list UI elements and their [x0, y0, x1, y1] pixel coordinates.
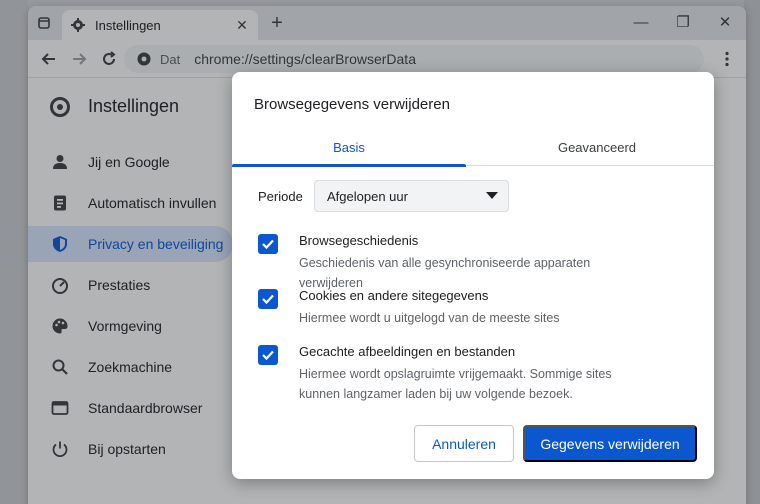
clear-browsing-data-dialog: Browsegegevens verwijderen Basis Geavanc…: [232, 72, 714, 479]
browsing-history-checkbox[interactable]: [258, 234, 278, 254]
cookies-checkbox[interactable]: [258, 289, 278, 309]
option-title: Browsegeschiedenis: [299, 233, 419, 248]
dropdown-arrow-icon: [486, 192, 498, 199]
option-browsing-history: Browsegeschiedenis Geschiedenis van alle…: [258, 232, 639, 293]
period-value: Afgelopen uur: [327, 188, 408, 204]
dialog-title: Browsegegevens verwijderen: [254, 96, 450, 113]
dialog-tabs: Basis Geavanceerd: [232, 128, 714, 167]
option-title: Cookies en andere sitegegevens: [299, 288, 489, 303]
checkmark-icon: [262, 239, 274, 250]
cancel-button[interactable]: Annuleren: [414, 425, 514, 462]
checkmark-icon: [262, 294, 274, 305]
tab-geavanceerd[interactable]: Geavanceerd: [480, 128, 714, 166]
period-row: Periode Afgelopen uur: [258, 180, 509, 212]
period-select[interactable]: Afgelopen uur: [314, 180, 509, 212]
period-label: Periode: [258, 188, 303, 204]
option-cached-images: Gecachte afbeeldingen en bestanden Hierm…: [258, 343, 639, 404]
delete-data-button[interactable]: Gegevens verwijderen: [523, 425, 697, 462]
tab-basis[interactable]: Basis: [232, 128, 466, 167]
option-description: Hiermee wordt opslagruimte vrijgemaakt. …: [299, 367, 612, 401]
checkmark-icon: [262, 350, 274, 361]
option-title: Gecachte afbeeldingen en bestanden: [299, 344, 516, 359]
option-description: Hiermee wordt u uitgelogd van de meeste …: [299, 311, 560, 325]
cached-images-checkbox[interactable]: [258, 345, 278, 365]
option-cookies: Cookies en andere sitegegevens Hiermee w…: [258, 287, 639, 328]
